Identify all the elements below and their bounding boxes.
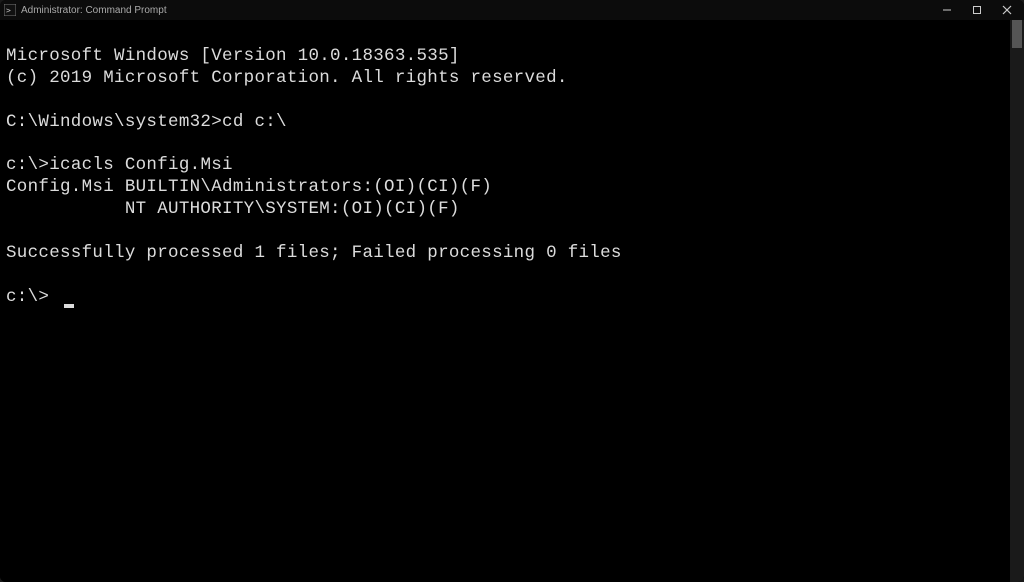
window-controls: [932, 0, 1022, 20]
titlebar[interactable]: > Administrator: Command Prompt: [0, 0, 1024, 20]
window-title: Administrator: Command Prompt: [21, 5, 167, 16]
output-line: NT AUTHORITY\SYSTEM:(OI)(CI)(F): [6, 199, 460, 219]
svg-text:>: >: [6, 6, 11, 15]
copyright-line: (c) 2019 Microsoft Corporation. All righ…: [6, 68, 568, 88]
output-line: Config.Msi BUILTIN\Administrators:(OI)(C…: [6, 177, 492, 197]
terminal-content: Microsoft Windows [Version 10.0.18363.53…: [0, 20, 1024, 582]
close-button[interactable]: [992, 0, 1022, 20]
command-prompt-window: > Administrator: Command Prompt Microsof…: [0, 0, 1024, 582]
maximize-button[interactable]: [962, 0, 992, 20]
titlebar-left: > Administrator: Command Prompt: [4, 4, 167, 16]
output-line: Successfully processed 1 files; Failed p…: [6, 243, 622, 263]
terminal-area[interactable]: Microsoft Windows [Version 10.0.18363.53…: [0, 20, 1024, 582]
command-icacls: icacls Config.Msi: [49, 155, 233, 175]
vertical-scrollbar[interactable]: [1010, 20, 1024, 582]
prompt: C:\Windows\system32>: [6, 112, 222, 132]
cmd-app-icon: >: [4, 4, 16, 16]
scrollbar-thumb[interactable]: [1012, 20, 1022, 48]
prompt: c:\>: [6, 155, 49, 175]
minimize-button[interactable]: [932, 0, 962, 20]
os-version-line: Microsoft Windows [Version 10.0.18363.53…: [6, 46, 460, 66]
command-cd: cd c:\: [222, 112, 287, 132]
cursor: [64, 304, 74, 308]
prompt: c:\>: [6, 287, 60, 307]
